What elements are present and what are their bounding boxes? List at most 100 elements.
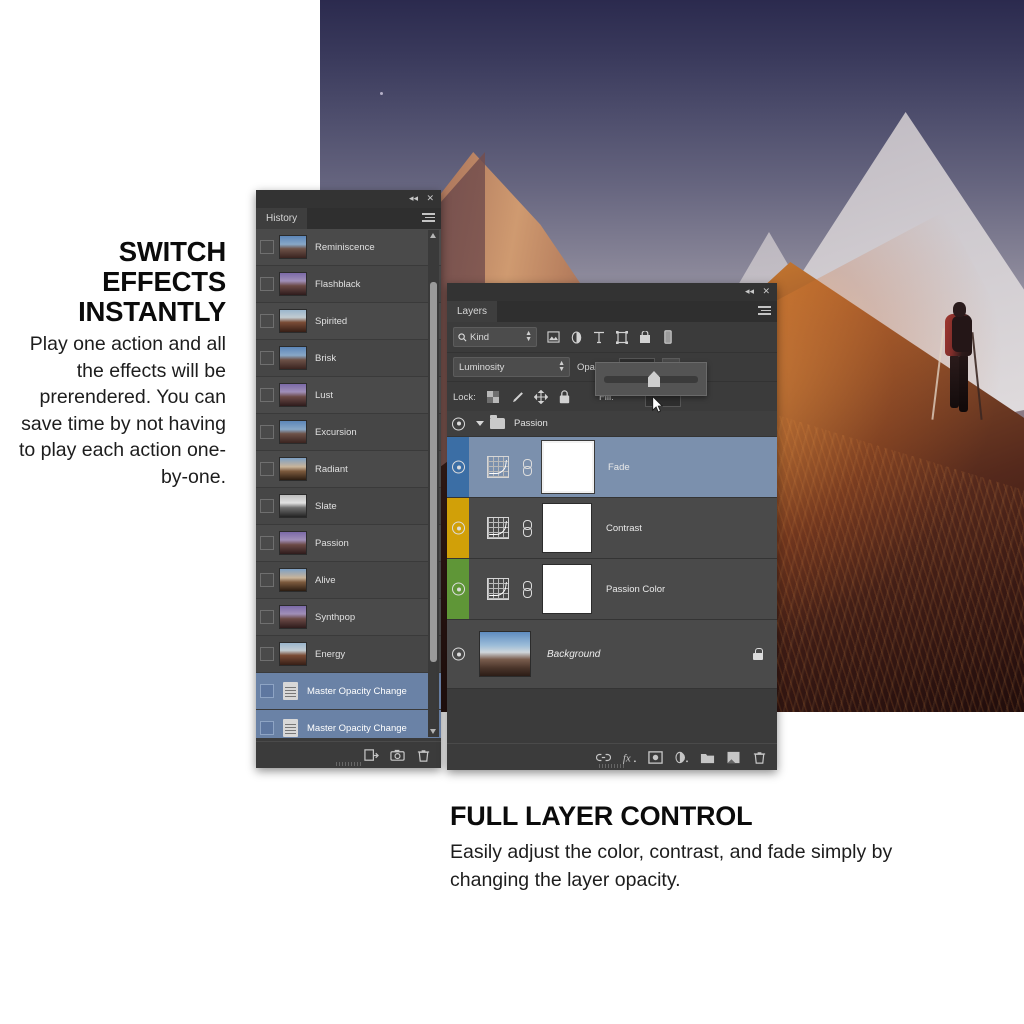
- scroll-down-arrow-icon[interactable]: [430, 729, 436, 734]
- blend-mode-select[interactable]: Luminosity ▲ ▼: [453, 357, 570, 377]
- switch-body-text: Play one action and all the effects will…: [18, 333, 226, 488]
- pixel-layer-filter-icon[interactable]: [546, 330, 560, 345]
- history-item-toggle[interactable]: [260, 610, 274, 624]
- panel-menu-icon[interactable]: [758, 306, 771, 316]
- new-adjustment-layer-icon[interactable]: [674, 750, 689, 765]
- history-item[interactable]: Master Opacity Change: [256, 673, 441, 710]
- adjustment-layer-filter-icon[interactable]: [569, 330, 583, 345]
- filter-toggle-icon[interactable]: [661, 330, 675, 345]
- layer-group-row[interactable]: Passion: [447, 411, 777, 437]
- tab-history[interactable]: History: [256, 208, 308, 229]
- history-item-toggle[interactable]: [260, 240, 274, 254]
- mask-link-icon[interactable]: [520, 580, 532, 598]
- panel-menu-icon[interactable]: [422, 213, 435, 223]
- switch-headline-line-1: SWITCH: [118, 236, 226, 267]
- add-layer-mask-icon[interactable]: [648, 750, 663, 765]
- history-item[interactable]: Energy: [256, 636, 441, 673]
- history-item[interactable]: Alive: [256, 562, 441, 599]
- history-item-toggle[interactable]: [260, 573, 274, 587]
- history-item-toggle[interactable]: [260, 536, 274, 550]
- visibility-toggle-icon[interactable]: [452, 460, 465, 474]
- close-icon[interactable]: ✕: [426, 193, 434, 204]
- layer-filter-kind-select[interactable]: Kind ▲ ▼: [453, 327, 537, 347]
- history-item[interactable]: Reminiscence: [256, 229, 441, 266]
- visibility-toggle-icon[interactable]: [452, 582, 465, 596]
- history-item[interactable]: Lust: [256, 377, 441, 414]
- lock-transparent-pixels-icon[interactable]: [486, 390, 500, 405]
- history-item-toggle[interactable]: [260, 351, 274, 365]
- collapse-icon[interactable]: ◂◂: [409, 193, 418, 204]
- smart-object-filter-icon[interactable]: [638, 330, 652, 345]
- history-item[interactable]: Flashblack: [256, 266, 441, 303]
- delete-layer-icon[interactable]: [752, 750, 767, 765]
- create-document-from-state-icon[interactable]: [364, 748, 379, 763]
- history-item-toggle[interactable]: [260, 499, 274, 513]
- lock-image-pixels-icon[interactable]: [510, 390, 524, 405]
- layer-mask-thumbnail[interactable]: [542, 503, 592, 553]
- history-item[interactable]: Synthpop: [256, 599, 441, 636]
- new-group-icon[interactable]: [700, 750, 715, 765]
- history-item[interactable]: Excursion: [256, 414, 441, 451]
- history-panel-resize-grip[interactable]: [335, 762, 362, 766]
- group-disclosure-icon[interactable]: [476, 421, 484, 426]
- layer-mask-thumbnail[interactable]: [541, 440, 595, 494]
- tab-layers[interactable]: Layers: [447, 301, 498, 322]
- history-item-toggle[interactable]: [260, 425, 274, 439]
- layer-mask-thumbnail[interactable]: [542, 564, 592, 614]
- chevron-updown-icon[interactable]: ▲ ▼: [525, 330, 532, 343]
- opacity-slider-handle[interactable]: [648, 371, 660, 387]
- history-list[interactable]: Reminiscence Flashblack Spirited Brisk Lust E…: [256, 229, 441, 738]
- link-layers-icon[interactable]: [596, 750, 611, 765]
- visibility-toggle-icon[interactable]: [452, 521, 465, 535]
- history-item-label: Alive: [315, 574, 336, 586]
- layer-name: Fade: [608, 461, 630, 473]
- close-icon[interactable]: ✕: [762, 286, 770, 297]
- history-scrollbar[interactable]: [428, 230, 439, 737]
- history-item[interactable]: Radiant: [256, 451, 441, 488]
- history-item[interactable]: Slate: [256, 488, 441, 525]
- layers-list[interactable]: Passion Fade Contrast Passion Color Backgrou…: [447, 411, 777, 742]
- opacity-slider-popup[interactable]: [595, 362, 707, 396]
- layer-row[interactable]: Passion Color: [447, 559, 777, 620]
- mask-link-icon[interactable]: [520, 458, 532, 476]
- history-scrollbar-thumb[interactable]: [430, 282, 437, 662]
- layer-row[interactable]: Contrast: [447, 498, 777, 559]
- type-layer-filter-icon[interactable]: [592, 330, 606, 345]
- delete-icon[interactable]: [416, 748, 431, 763]
- search-icon: [458, 332, 467, 341]
- background-layer-thumbnail[interactable]: [479, 631, 531, 677]
- mask-link-icon[interactable]: [520, 519, 532, 537]
- create-snapshot-icon[interactable]: [390, 748, 405, 763]
- layers-panel-resize-grip[interactable]: [599, 764, 625, 768]
- hiker-leg-left: [950, 354, 959, 408]
- curves-adjustment-thumbnail[interactable]: [487, 517, 509, 539]
- scroll-up-arrow-icon[interactable]: [430, 233, 436, 238]
- collapse-icon[interactable]: ◂◂: [745, 286, 754, 297]
- folder-icon: [490, 415, 505, 429]
- history-item-toggle[interactable]: [260, 314, 274, 328]
- history-item-toggle[interactable]: [260, 721, 274, 735]
- visibility-toggle-icon[interactable]: [452, 647, 465, 661]
- shape-layer-filter-icon[interactable]: [615, 330, 629, 345]
- visibility-toggle-icon[interactable]: [452, 417, 465, 430]
- lock-all-icon[interactable]: [558, 390, 572, 405]
- history-item-toggle[interactable]: [260, 462, 274, 476]
- layer-name: Contrast: [606, 522, 642, 534]
- new-layer-icon[interactable]: [726, 750, 741, 765]
- history-item-toggle[interactable]: [260, 684, 274, 698]
- layer-style-fx-icon[interactable]: fx: [622, 750, 637, 765]
- curves-adjustment-thumbnail[interactable]: [487, 456, 509, 478]
- history-item-toggle[interactable]: [260, 388, 274, 402]
- history-item-toggle[interactable]: [260, 647, 274, 661]
- history-item[interactable]: Brisk: [256, 340, 441, 377]
- chevron-updown-icon[interactable]: ▲ ▼: [558, 360, 565, 373]
- history-item-label: Reminiscence: [315, 241, 375, 253]
- history-item[interactable]: Spirited: [256, 303, 441, 340]
- layer-row[interactable]: Fade: [447, 437, 777, 498]
- lock-position-icon[interactable]: [533, 390, 548, 405]
- history-item-toggle[interactable]: [260, 277, 274, 291]
- layer-row-background[interactable]: Background: [447, 620, 777, 689]
- curves-adjustment-thumbnail[interactable]: [487, 578, 509, 600]
- history-item[interactable]: Master Opacity Change: [256, 710, 441, 738]
- history-item[interactable]: Passion: [256, 525, 441, 562]
